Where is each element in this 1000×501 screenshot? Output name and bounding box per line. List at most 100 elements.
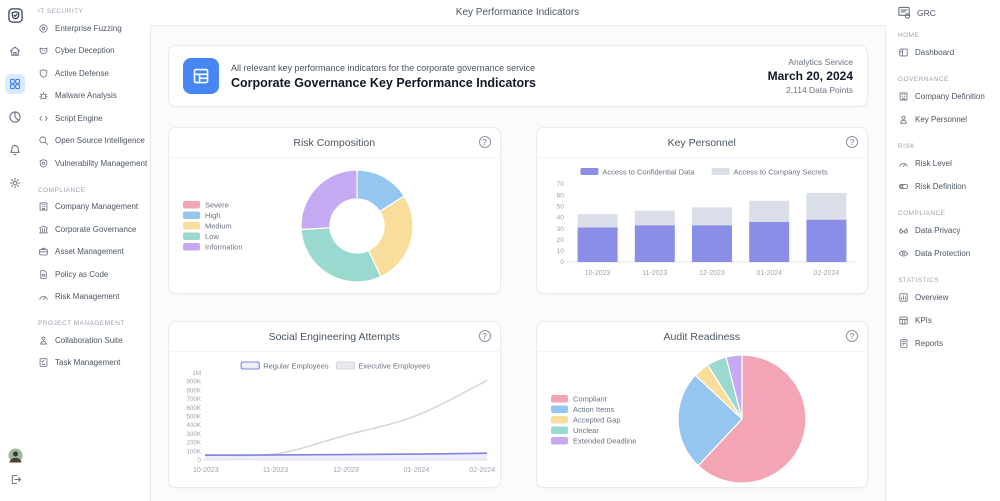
bar-segment-access-to-company-secrets[interactable] <box>577 214 617 227</box>
help-icon[interactable]: ? <box>846 136 858 148</box>
bar-segment-access-to-confidential-data[interactable] <box>634 225 674 262</box>
svg-text:Low: Low <box>205 232 219 241</box>
sidebar-item-script-engine[interactable]: Script Engine <box>38 107 150 130</box>
notifications-button[interactable] <box>5 140 25 160</box>
logout-button[interactable] <box>5 469 25 489</box>
sidebar-item-label: Malware Analysis <box>55 91 117 100</box>
legend-item[interactable]: Medium <box>183 221 232 230</box>
legend-item[interactable]: Information <box>183 242 243 251</box>
chart-card-header: Key Personnel? <box>537 128 868 158</box>
gear-icon <box>8 176 22 190</box>
legend-item[interactable]: Accepted Gap <box>551 415 621 424</box>
svg-text:02-2024: 02-2024 <box>469 467 495 474</box>
chart-title: Social Engineering Attempts <box>269 331 400 343</box>
sidebar-item-risk-management[interactable]: Risk Management <box>38 286 150 309</box>
legend-item[interactable]: Action Items <box>551 405 615 414</box>
svg-text:10-2023: 10-2023 <box>584 270 610 277</box>
line-series-executive-employees[interactable] <box>205 380 487 455</box>
svg-text:70: 70 <box>556 181 564 188</box>
bar-segment-access-to-company-secrets[interactable] <box>692 207 732 225</box>
bar-segment-access-to-confidential-data[interactable] <box>749 222 789 262</box>
sidebar-item-policy-as-code[interactable]: Policy as Code <box>38 263 150 286</box>
grc-nav-item-kpis[interactable]: KPIs <box>898 309 1000 332</box>
left-sidebar-nav: IT SECURITYEnterprise FuzzingCyber Decep… <box>38 8 150 374</box>
legend-item[interactable]: Access to Company Secrets <box>711 167 827 176</box>
chart-card-risk-composition: Risk Composition?SevereHighMediumLowInfo… <box>168 127 501 294</box>
sidebar-item-asset-management[interactable]: Asset Management <box>38 241 150 264</box>
grc-nav-item-key-personnel[interactable]: Key Personnel <box>898 108 1000 131</box>
legend-item[interactable]: Extended Deadline <box>551 436 636 445</box>
bar-segment-access-to-company-secrets[interactable] <box>749 201 789 222</box>
svg-text:400K: 400K <box>187 422 202 429</box>
sidebar-item-malware-analysis[interactable]: Malware Analysis <box>38 85 150 108</box>
kpi-board-icon <box>191 66 211 86</box>
grc-nav-item-dashboard[interactable]: Dashboard <box>898 41 1000 64</box>
data-points-count: 2,114 Data Points <box>768 85 853 95</box>
sidebar-item-company-management[interactable]: Company Management <box>38 196 150 219</box>
chart-social-engineering-attempts: Regular EmployeesExecutive Employees0100… <box>169 352 499 488</box>
shield-icon <box>38 68 49 79</box>
bar-segment-access-to-confidential-data[interactable] <box>806 220 846 262</box>
avatar-icon <box>8 448 23 463</box>
document-gear-icon <box>38 269 49 280</box>
grc-nav-item-label: Key Personnel <box>915 115 967 124</box>
bar-segment-access-to-company-secrets[interactable] <box>634 211 674 225</box>
grc-nav-item-data-privacy[interactable]: Data Privacy <box>898 219 1000 242</box>
legend-item[interactable]: Regular Employees <box>241 361 329 370</box>
sidebar-item-corporate-governance[interactable]: Corporate Governance <box>38 218 150 241</box>
sidebar-item-active-defense[interactable]: Active Defense <box>38 62 150 85</box>
legend-item[interactable]: Compliant <box>551 394 608 403</box>
grc-nav-item-risk-level[interactable]: Risk Level <box>898 152 1000 175</box>
bar-segment-access-to-company-secrets[interactable] <box>806 193 846 220</box>
grc-nav-item-label: Company Definition <box>915 92 985 101</box>
sidebar-item-enterprise-fuzzing[interactable]: Enterprise Fuzzing <box>38 17 150 40</box>
sidebar-item-label: Task Management <box>55 358 120 367</box>
shield-gear-icon <box>38 158 49 169</box>
grc-nav-item-reports[interactable]: Reports <box>898 332 1000 355</box>
svg-text:11-2023: 11-2023 <box>642 270 667 277</box>
legend-item[interactable]: Low <box>183 232 219 241</box>
home-button[interactable] <box>5 41 25 61</box>
sidebar-item-collaboration-suite[interactable]: Collaboration Suite <box>38 329 150 352</box>
sidebar-item-task-management[interactable]: Task Management <box>38 352 150 375</box>
user-avatar[interactable] <box>5 445 25 465</box>
help-icon[interactable]: ? <box>479 136 491 148</box>
grc-nav-item-risk-definition[interactable]: Risk Definition <box>898 175 1000 198</box>
pie-slice-low[interactable] <box>301 228 381 282</box>
legend-item[interactable]: Severe <box>183 200 229 209</box>
dashboard-button[interactable] <box>5 74 25 94</box>
report-date: March 20, 2024 <box>768 69 853 83</box>
svg-text:Regular Employees: Regular Employees <box>263 361 329 370</box>
svg-text:Accepted Gap: Accepted Gap <box>573 415 621 424</box>
bar-segment-access-to-confidential-data[interactable] <box>577 227 617 262</box>
legend-item[interactable]: Access to Confidential Data <box>580 167 695 176</box>
sidebar-item-label: Active Defense <box>55 69 109 78</box>
grc-nav-item-company-definition[interactable]: Company Definition <box>898 85 1000 108</box>
bell-icon <box>8 143 22 157</box>
svg-text:500K: 500K <box>187 414 202 421</box>
grc-nav-item-label: Risk Definition <box>915 182 966 191</box>
grc-nav-item-label: Reports <box>915 339 943 348</box>
toggle-icon <box>898 181 909 192</box>
chart-card-header: Social Engineering Attempts? <box>169 322 500 352</box>
bar-segment-access-to-confidential-data[interactable] <box>692 225 732 262</box>
header-card-text: All relevant key performance indicators … <box>231 63 536 90</box>
grc-nav-item-label: Overview <box>915 293 948 302</box>
grc-nav-item-overview[interactable]: Overview <box>898 286 1000 309</box>
sidebar-item-open-source-intelligence[interactable]: Open Source Intelligence <box>38 130 150 153</box>
legend-item[interactable]: High <box>183 211 220 220</box>
grc-nav-item-label: Dashboard <box>915 48 954 57</box>
help-icon[interactable]: ? <box>846 330 858 342</box>
legend-item[interactable]: Unclear <box>551 426 599 435</box>
svg-text:Extended Deadline: Extended Deadline <box>573 436 636 445</box>
sidebar-item-cyber-deception[interactable]: Cyber Deception <box>38 40 150 63</box>
analytics-button[interactable] <box>5 107 25 127</box>
sidebar-item-vulnerability-management[interactable]: Vulnerability Management <box>38 152 150 175</box>
pie-slice-information[interactable] <box>301 170 357 230</box>
grc-nav-item-data-protection[interactable]: Data Protection <box>898 242 1000 265</box>
help-icon[interactable]: ? <box>479 330 491 342</box>
grc-brand[interactable]: GRC <box>885 0 1000 26</box>
svg-text:Access to Company Secrets: Access to Company Secrets <box>733 167 827 176</box>
legend-item[interactable]: Executive Employees <box>336 361 430 370</box>
settings-button[interactable] <box>5 173 25 193</box>
